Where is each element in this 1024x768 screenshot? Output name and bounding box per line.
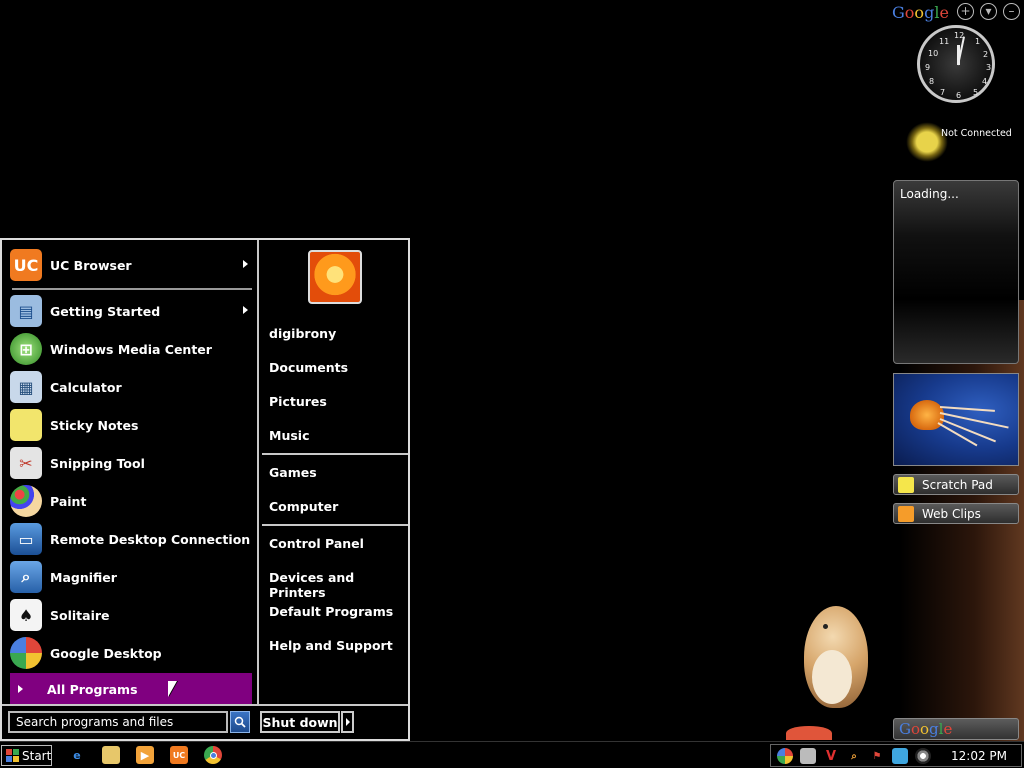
program-getting-started[interactable]: ▤ Getting Started [10,293,252,329]
place-devices-printers[interactable]: Devices and Printers [269,570,408,600]
program-remote-desktop[interactable]: ▭ Remote Desktop Connection [10,521,252,557]
taskbar: Start e ▶ UC V ⌕ ⚑ 12:02 PM [0,741,1024,768]
program-label: Paint [50,493,87,509]
weather-status: Not Connected [941,128,1012,139]
uc-browser-icon: UC [10,249,42,281]
program-solitaire[interactable]: ♠ Solitaire [10,597,252,633]
media-player-icon[interactable]: ▶ [136,746,154,764]
magnifier-icon: ⌕ [10,561,42,593]
hamster-eye [823,624,828,629]
place-music[interactable]: Music [269,428,309,443]
search-icon[interactable] [230,711,250,733]
google-search-gadget[interactable]: Google [893,718,1019,740]
antivirus-icon[interactable]: V [823,748,839,764]
search-tray-icon[interactable]: ⌕ [846,748,862,764]
sticky-notes-icon [10,409,42,441]
place-control-panel[interactable]: Control Panel [269,536,364,551]
all-programs-button[interactable]: All Programs [10,673,252,705]
places-separator [262,453,408,455]
photo-slideshow-gadget[interactable] [893,373,1019,466]
sidebar-menu-icon[interactable]: ▾ [980,3,997,20]
places-pane: digibrony Documents Pictures Music Games… [257,240,408,704]
program-label: Solitaire [50,607,110,623]
program-label: Getting Started [50,303,161,319]
hamster-belly [812,650,852,704]
google-desktop-tray-icon[interactable] [777,748,793,764]
remote-desktop-icon: ▭ [10,523,42,555]
paint-palette-icon [10,485,42,517]
rss-icon [898,505,914,522]
program-label: Remote Desktop Connection [50,531,251,547]
solitaire-icon: ♠ [10,599,42,631]
network-icon[interactable] [800,748,816,764]
media-center-icon: ⊞ [10,333,42,365]
start-button[interactable]: Start [1,745,52,766]
search-input[interactable] [8,711,228,733]
taskbar-clock[interactable]: 12:02 PM [951,749,1007,763]
web-clips-label: Web Clips [922,506,981,521]
volume-icon[interactable] [915,748,931,764]
all-programs-label: All Programs [47,681,138,697]
place-pictures[interactable]: Pictures [269,394,327,409]
chrome-icon[interactable] [204,746,222,764]
places-separator [262,524,408,526]
start-menu-bottom-bar: Shut down [2,704,408,741]
start-label: Start [22,748,52,763]
program-google-desktop[interactable]: Google Desktop [10,635,252,671]
add-gadget-icon[interactable]: + [957,3,974,20]
display-icon[interactable] [892,748,908,764]
pinned-separator [12,288,252,290]
getting-started-icon: ▤ [10,295,42,327]
program-label: Magnifier [50,569,117,585]
hamster-food [786,726,832,740]
program-calculator[interactable]: ▦ Calculator [10,369,252,405]
scratch-pad-icon [898,476,914,493]
shutdown-button[interactable]: Shut down [260,711,340,733]
place-user-folder[interactable]: digibrony [269,326,336,341]
mouse-cursor-icon [168,681,177,697]
programs-pane: UC UC Browser ▤ Getting Started ⊞ Window… [4,242,254,705]
loading-gadget[interactable]: Loading... [893,180,1019,364]
program-uc-browser[interactable]: UC UC Browser [10,247,252,283]
jellyfish-image [910,400,944,430]
submenu-arrow-icon [243,306,248,314]
program-paint[interactable]: Paint [10,483,252,519]
google-sidebar-logo: Google [892,3,949,22]
web-clips-gadget[interactable]: Web Clips [893,503,1019,524]
system-tray: V ⌕ ⚑ 12:02 PM [770,744,1022,767]
place-computer[interactable]: Computer [269,499,338,514]
program-label: Windows Media Center [50,341,212,357]
program-label: Google Desktop [50,645,162,661]
program-magnifier[interactable]: ⌕ Magnifier [10,559,252,595]
program-snipping-tool[interactable]: ✂ Snipping Tool [10,445,252,481]
program-label: Sticky Notes [50,417,139,433]
submenu-arrow-icon [243,260,248,268]
program-label: Snipping Tool [50,455,145,471]
scratch-pad-gadget[interactable]: Scratch Pad [893,474,1019,495]
shutdown-options-arrow-icon[interactable] [341,711,354,733]
program-windows-media-center[interactable]: ⊞ Windows Media Center [10,331,252,367]
google-desktop-icon [10,637,42,669]
program-sticky-notes[interactable]: Sticky Notes [10,407,252,443]
folder-icon[interactable] [102,746,120,764]
scratch-pad-label: Scratch Pad [922,477,993,492]
flag-icon[interactable]: ⚑ [869,748,885,764]
start-menu: UC UC Browser ▤ Getting Started ⊞ Window… [0,238,410,741]
program-label: Calculator [50,379,122,395]
uc-browser-icon[interactable]: UC [170,746,188,764]
program-label: UC Browser [50,257,132,273]
place-default-programs[interactable]: Default Programs [269,604,393,619]
internet-explorer-icon[interactable]: e [68,746,86,764]
loading-text: Loading... [900,187,959,201]
place-documents[interactable]: Documents [269,360,348,375]
all-programs-arrow-icon [18,685,23,693]
user-avatar[interactable] [308,250,362,304]
windows-logo-icon [6,749,19,762]
place-help-support[interactable]: Help and Support [269,638,393,653]
scissors-icon: ✂ [10,447,42,479]
calculator-icon: ▦ [10,371,42,403]
analog-clock: 12 1 2 3 4 5 6 7 8 9 10 11 [917,25,995,103]
place-games[interactable]: Games [269,465,317,480]
minimize-sidebar-icon[interactable]: – [1003,3,1020,20]
